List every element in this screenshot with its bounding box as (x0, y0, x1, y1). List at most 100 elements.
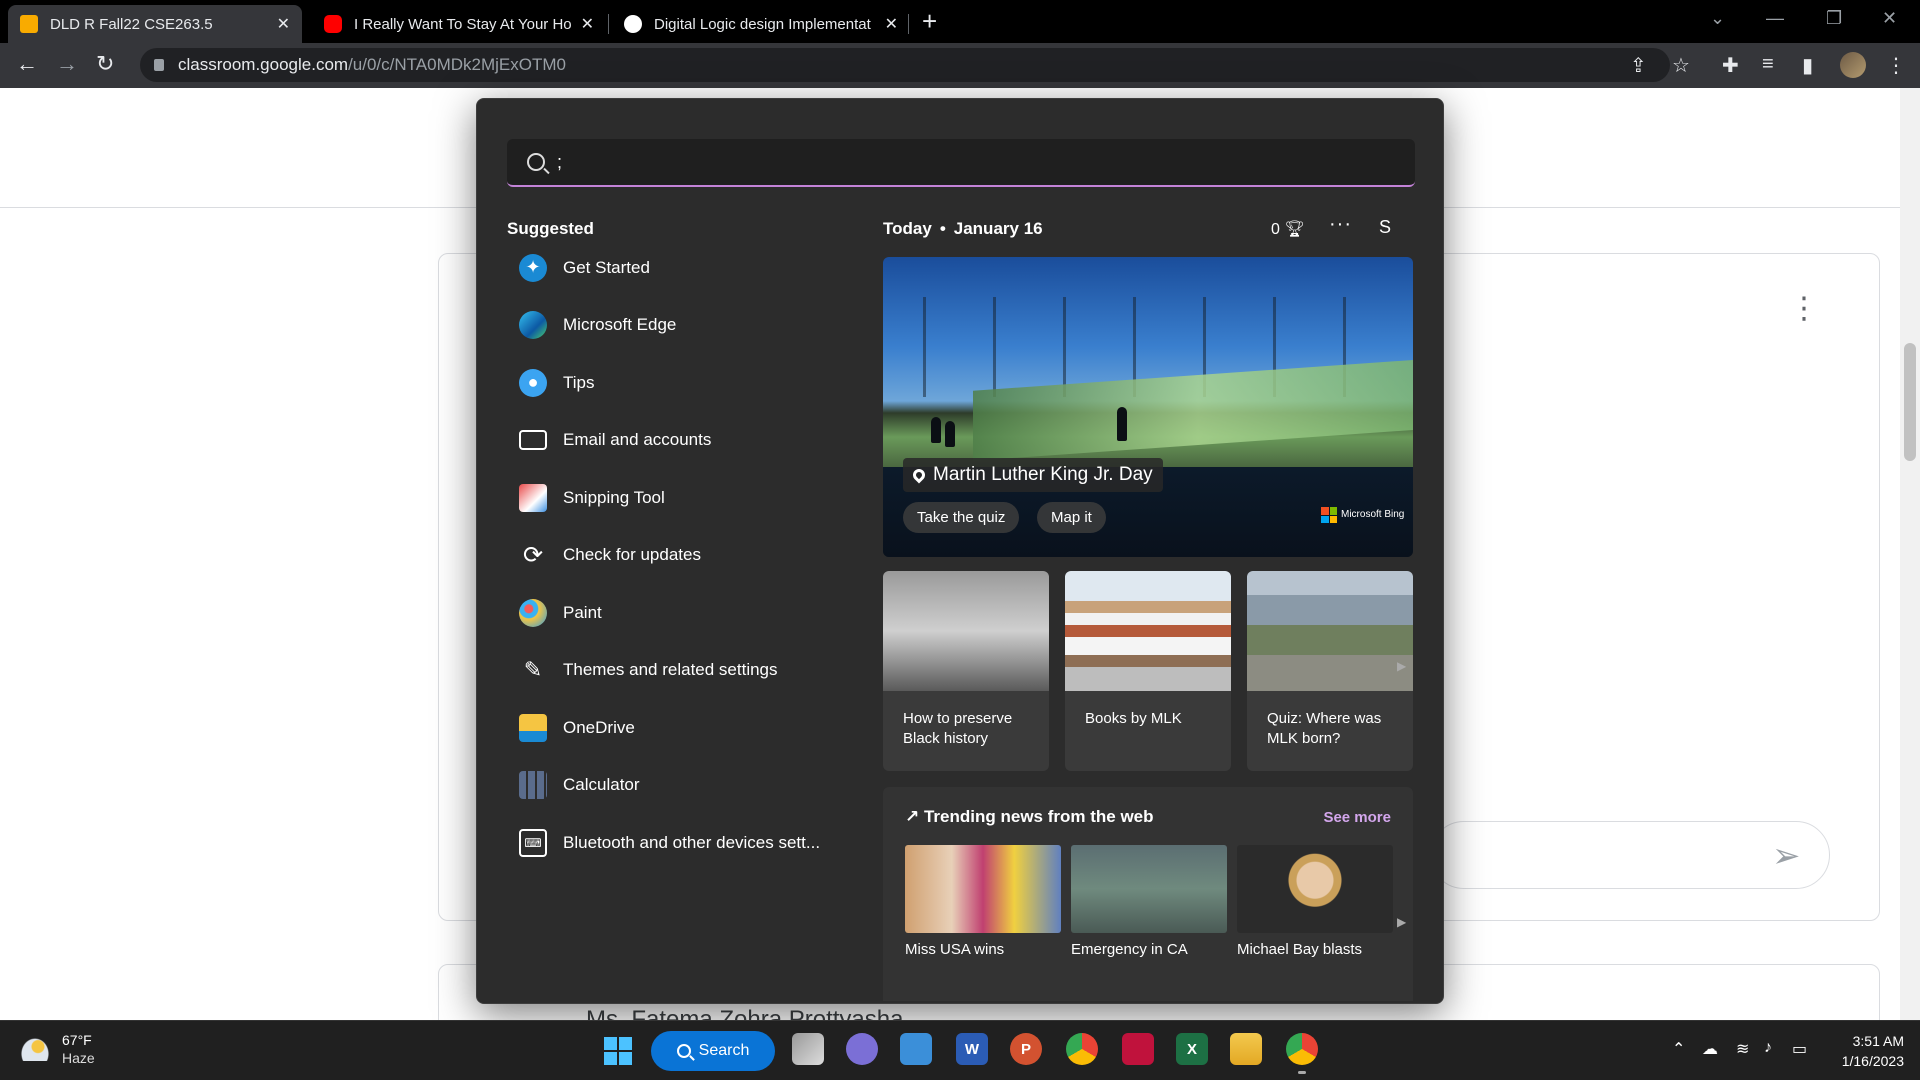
rewards-points[interactable]: 0 🏆︎ (1271, 219, 1305, 239)
suggestion-microsoft-edge[interactable]: Microsoft Edge (507, 297, 847, 355)
take-quiz-button[interactable]: Take the quiz (903, 502, 1020, 533)
news-item[interactable]: Michael Bay blasts (1237, 845, 1393, 958)
extensions-icon[interactable]: ✚ (1722, 53, 1739, 78)
tab-search-icon[interactable]: ⌄ (1710, 8, 1725, 29)
volume-icon[interactable]: ♪ (1764, 1039, 1772, 1057)
paint-icon (519, 598, 547, 627)
tab-title: Digital Logic design Implementat (654, 15, 871, 33)
suggestion-themes[interactable]: ✎ Themes and related settings (507, 642, 847, 700)
comment-input[interactable] (1430, 821, 1830, 889)
see-more-link[interactable]: See more (1323, 809, 1391, 826)
weather-widget[interactable]: 67°F Haze (20, 1031, 95, 1067)
new-tab-icon[interactable]: + (922, 6, 937, 37)
excel-icon[interactable]: X (1176, 1033, 1208, 1065)
widgets-icon[interactable] (900, 1033, 932, 1065)
refresh-icon: ⟳ (522, 541, 544, 569)
suggestion-calculator[interactable]: Calculator (507, 757, 847, 815)
close-window-icon[interactable]: ✕ (1882, 8, 1897, 29)
screen-recorder-icon[interactable] (1122, 1033, 1154, 1065)
back-icon[interactable]: ← (16, 51, 38, 77)
minimize-icon[interactable]: — (1766, 8, 1784, 29)
tile-caption: How to preserve Black history (903, 710, 1013, 747)
news-caption: Miss USA wins (905, 941, 1005, 958)
more-options-icon[interactable]: ··· (1329, 213, 1352, 236)
suggestion-check-updates[interactable]: ⟳ Check for updates (507, 527, 847, 585)
classroom-favicon-icon (20, 15, 38, 33)
topic-tile[interactable]: How to preserve Black history (883, 571, 1049, 771)
user-initial-avatar[interactable]: S (1379, 217, 1391, 238)
bookmark-star-icon[interactable]: ☆ (1672, 53, 1690, 78)
trending-heading-label: Trending news from the web (923, 807, 1154, 826)
scrollbar-thumb[interactable] (1904, 343, 1916, 461)
forward-icon[interactable]: → (56, 51, 78, 77)
trending-arrow-icon: ↗ (905, 807, 920, 826)
chrome-active-icon[interactable] (1286, 1033, 1318, 1074)
clock-date: 1/16/2023 (1841, 1053, 1904, 1069)
suggestion-onedrive[interactable]: OneDrive (507, 699, 847, 757)
tab-classroom[interactable]: DLD R Fall22 CSE263.5 ✕ (8, 5, 302, 43)
side-panel-icon[interactable]: ▮ (1802, 53, 1813, 78)
close-tab-icon[interactable]: ✕ (277, 14, 290, 34)
wifi-icon[interactable]: ≋ (1736, 1039, 1749, 1059)
task-view-icon[interactable] (792, 1033, 824, 1065)
battery-icon[interactable]: ▭ (1792, 1039, 1807, 1059)
suggestion-snipping-tool[interactable]: Snipping Tool (507, 469, 847, 527)
hero-title-tag[interactable]: Martin Luther King Jr. Day (903, 458, 1163, 492)
news-item[interactable]: Emergency in CA (1071, 845, 1227, 958)
close-tab-icon[interactable]: ✕ (885, 14, 898, 34)
address-bar[interactable]: classroom.google.com/u/0/c/NTA0MDk2MjExO… (140, 48, 1670, 82)
tab-google[interactable]: Digital Logic design Implementat ✕ (612, 5, 910, 43)
map-it-button[interactable]: Map it (1037, 502, 1106, 533)
show-hidden-icons-icon[interactable]: ⌃ (1672, 1039, 1685, 1059)
browser-menu-icon[interactable]: ⋮ (1886, 53, 1906, 78)
topic-tile[interactable]: Quiz: Where was MLK born? (1247, 571, 1413, 771)
tab-youtube[interactable]: I Really Want To Stay At Your Hou ✕ (312, 5, 606, 43)
tile-caption: Books by MLK (1085, 710, 1182, 727)
reload-icon[interactable]: ↻ (96, 51, 114, 77)
search-input[interactable] (556, 151, 1415, 173)
restore-icon[interactable]: ❐ (1826, 8, 1842, 29)
file-explorer-icon[interactable] (1230, 1033, 1262, 1065)
close-tab-icon[interactable]: ✕ (581, 14, 594, 34)
hero-silhouette (945, 421, 955, 447)
system-clock[interactable]: 3:51 AM 1/16/2023 (1836, 1031, 1904, 1071)
start-button[interactable] (604, 1037, 632, 1065)
profile-avatar[interactable] (1840, 52, 1866, 78)
suggestion-get-started[interactable]: ✦ Get Started (507, 239, 847, 297)
suggestion-tips[interactable]: ● Tips (507, 354, 847, 412)
search-highlight-card[interactable]: Martin Luther King Jr. Day Take the quiz… (883, 257, 1413, 557)
chat-icon[interactable] (846, 1033, 878, 1065)
black-history-photo (883, 571, 1049, 691)
news-next-arrow-icon[interactable]: ▶ (1397, 915, 1406, 929)
tiles-next-arrow-icon[interactable]: ▶ (1397, 659, 1406, 673)
send-icon[interactable]: ➢ (1772, 836, 1801, 876)
powerpoint-icon[interactable]: P (1010, 1033, 1042, 1065)
browser-tab-strip: DLD R Fall22 CSE263.5 ✕ I Really Want To… (0, 0, 1920, 43)
trending-heading: ↗ Trending news from the web (905, 807, 1154, 827)
books-photo (1065, 571, 1231, 691)
taskbar-search-button[interactable]: Search (651, 1031, 775, 1071)
browser-toolbar: ← → ↻ classroom.google.com/u/0/c/NTA0MDk… (0, 43, 1920, 88)
tab-title: DLD R Fall22 CSE263.5 (50, 15, 213, 33)
today-date: January 16 (953, 219, 1043, 238)
post-options-icon[interactable]: ⋮ (1789, 294, 1819, 324)
media-control-icon[interactable]: ≡ (1762, 53, 1774, 76)
suggestion-email-accounts[interactable]: Email and accounts (507, 412, 847, 470)
search-box[interactable] (507, 139, 1415, 187)
word-icon[interactable]: W (956, 1033, 988, 1065)
suggested-list: ✦ Get Started Microsoft Edge ● Tips Emai… (507, 239, 847, 872)
news-caption: Michael Bay blasts (1237, 941, 1363, 958)
share-icon[interactable]: ⇪ (1630, 53, 1647, 78)
clock-time: 3:51 AM (1852, 1033, 1904, 1049)
suggestion-paint[interactable]: Paint (507, 584, 847, 642)
news-caption: Emergency in CA (1071, 941, 1188, 958)
page-scrollbar[interactable] (1900, 88, 1920, 1020)
news-item[interactable]: Miss USA wins (905, 845, 1061, 958)
chrome-icon[interactable] (1066, 1033, 1098, 1065)
suggestion-bluetooth[interactable]: ⌨ Bluetooth and other devices sett... (507, 814, 847, 872)
suggestion-label: Calculator (563, 775, 640, 795)
hero-title: Martin Luther King Jr. Day (933, 464, 1153, 485)
onedrive-icon (519, 713, 547, 742)
topic-tile[interactable]: Books by MLK (1065, 571, 1231, 771)
onedrive-tray-icon[interactable]: ☁ (1702, 1039, 1718, 1059)
